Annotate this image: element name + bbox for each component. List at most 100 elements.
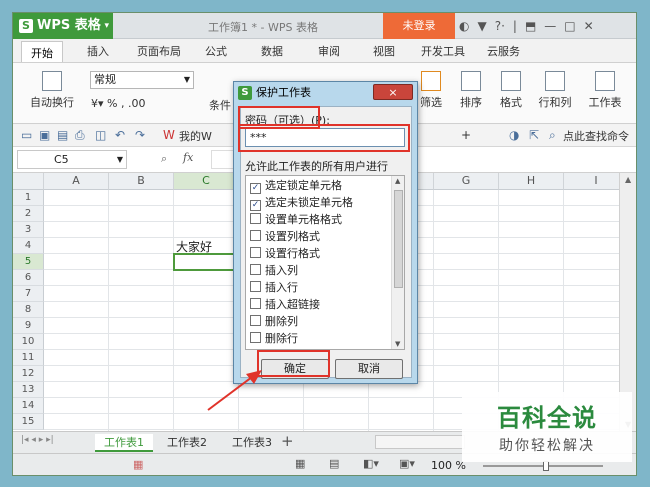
row-header[interactable]: 8	[13, 302, 44, 318]
row-header[interactable]: 7	[13, 286, 44, 302]
checkbox-unchecked[interactable]	[250, 281, 261, 292]
tab-insert[interactable]: 插入	[87, 43, 109, 59]
add-tab-icon[interactable]: +	[461, 128, 471, 142]
login-button[interactable]: 未登录	[383, 13, 455, 39]
permission-option[interactable]: 设置行格式	[250, 246, 320, 262]
tab-view[interactable]: 视图	[373, 43, 395, 59]
command-search[interactable]: 点此查找命令	[563, 128, 629, 144]
list-scroll-thumb[interactable]	[394, 190, 403, 288]
zoom-lens-icon[interactable]: ⌕	[161, 152, 167, 166]
row-header[interactable]: 6	[13, 270, 44, 286]
permission-option[interactable]: 设置单元格格式	[250, 212, 342, 228]
preview-icon[interactable]: ◫	[95, 128, 106, 142]
undo-icon[interactable]: ↶	[115, 128, 125, 142]
close-icon[interactable]: ✕	[584, 13, 594, 39]
permission-option[interactable]: 插入行	[250, 280, 298, 296]
print-icon[interactable]: ⎙	[75, 128, 85, 143]
row-header[interactable]: 15	[13, 414, 44, 430]
save-icon[interactable]: ▣	[39, 128, 50, 142]
add-sheet-icon[interactable]: +	[281, 432, 294, 450]
row-header[interactable]: 9	[13, 318, 44, 334]
redo-icon[interactable]: ↷	[135, 128, 145, 142]
column-header[interactable]: G	[434, 173, 499, 190]
new-icon[interactable]: ▭	[21, 128, 32, 142]
checkbox-unchecked[interactable]	[250, 264, 261, 275]
maximize-icon[interactable]: □	[564, 13, 575, 39]
permission-option[interactable]: 删除行	[250, 331, 298, 347]
permission-option[interactable]: 删除列	[250, 314, 298, 330]
list-scrollbar[interactable]: ▲ ▼	[391, 176, 404, 349]
sheet-tab-3[interactable]: 工作表3	[223, 434, 281, 452]
sync-icon[interactable]: ◑	[509, 128, 519, 142]
sheet-tab-2[interactable]: 工作表2	[158, 434, 216, 452]
checkbox-unchecked[interactable]	[250, 315, 261, 326]
page-layout-icon[interactable]: ▤	[329, 457, 339, 470]
minimize-icon[interactable]: —	[544, 13, 556, 39]
row-header[interactable]: 1	[13, 190, 44, 206]
permission-option[interactable]: 插入列	[250, 263, 298, 279]
cancel-button[interactable]: 取消	[335, 359, 403, 379]
row-header[interactable]: 5	[13, 254, 44, 270]
column-header[interactable]: B	[109, 173, 174, 190]
help-icon[interactable]: ?·	[495, 13, 505, 39]
column-header[interactable]: A	[44, 173, 109, 190]
zoom-level[interactable]: 100 %	[431, 459, 466, 472]
macro-icon[interactable]: ▦	[133, 458, 143, 471]
row-header[interactable]: 3	[13, 222, 44, 238]
sheet-tab-1[interactable]: 工作表1	[95, 434, 153, 452]
horizontal-scrollbar[interactable]	[375, 435, 465, 449]
tab-review[interactable]: 审阅	[318, 43, 340, 59]
row-header[interactable]: 4	[13, 238, 44, 254]
row-header[interactable]: 2	[13, 206, 44, 222]
page-break-icon[interactable]: ◧▾	[363, 457, 379, 470]
eye-protect-icon[interactable]: ▣▾	[399, 457, 415, 470]
checkbox-unchecked[interactable]	[250, 213, 261, 224]
conditional-format-button[interactable]: 条件	[205, 97, 235, 113]
tab-home[interactable]: 开始	[21, 41, 63, 62]
row-header[interactable]: 10	[13, 334, 44, 350]
row-header[interactable]: 14	[13, 398, 44, 414]
tab-data[interactable]: 数据	[261, 43, 283, 59]
fx-icon[interactable]: fx	[183, 151, 193, 164]
tab-formula[interactable]: 公式	[205, 43, 227, 59]
permission-option[interactable]: ✓ 选定未锁定单元格	[250, 195, 353, 211]
zoom-slider-knob[interactable]	[543, 461, 549, 471]
tab-cloud[interactable]: 云服务	[487, 43, 520, 59]
checkbox-unchecked[interactable]	[250, 332, 261, 343]
restore-layout-icon[interactable]: ⬒	[525, 13, 536, 39]
filter-button[interactable]: 筛选	[413, 71, 449, 110]
sheet-nav-icon[interactable]: |◂ ◂ ▸ ▸|	[21, 435, 54, 445]
export-pdf-icon[interactable]: ▤	[57, 128, 68, 142]
permissions-list[interactable]: ▲ ▼ ✓ 选定锁定单元格 ✓ 选定未锁定单元格 设置单元格格式 设置列格式 设置行格式 插入…	[245, 175, 405, 350]
normal-view-icon[interactable]: ▦	[295, 457, 305, 470]
tab-page-layout[interactable]: 页面布局	[137, 43, 181, 59]
zoom-slider[interactable]	[483, 461, 603, 471]
scroll-down-icon[interactable]: ▼	[395, 340, 400, 348]
row-header[interactable]: 11	[13, 350, 44, 366]
select-all-corner[interactable]	[13, 173, 44, 190]
column-header[interactable]: H	[499, 173, 564, 190]
permission-option[interactable]: 插入超链接	[250, 297, 320, 313]
scroll-up-icon[interactable]: ▲	[395, 177, 400, 185]
wrap-text-button[interactable]: 自动换行	[27, 71, 77, 110]
checkbox-unchecked[interactable]	[250, 230, 261, 241]
name-box[interactable]: C5 ▼	[17, 150, 127, 169]
search-icon[interactable]: ⌕	[549, 128, 556, 143]
shirt-icon[interactable]: ▼	[477, 13, 486, 39]
number-format-tools[interactable]: ¥▾ % , .00	[91, 97, 161, 110]
row-header[interactable]: 13	[13, 382, 44, 398]
permission-option[interactable]: 设置列格式	[250, 229, 320, 245]
dialog-close-button[interactable]: ×	[373, 84, 413, 100]
worksheet-button[interactable]: 工作表	[583, 71, 627, 110]
checkbox-unchecked[interactable]	[250, 298, 261, 309]
tab-developer[interactable]: 开发工具	[421, 43, 465, 59]
row-header[interactable]: 12	[13, 366, 44, 382]
checkbox-checked[interactable]: ✓	[250, 200, 261, 211]
app-menu-button[interactable]: S WPS 表格 ▾	[13, 13, 113, 39]
permission-option[interactable]: ✓ 选定锁定单元格	[250, 178, 342, 194]
my-wps-tab[interactable]: 我的W	[179, 128, 212, 144]
sort-button[interactable]: 排序	[453, 71, 489, 110]
format-button[interactable]: 格式	[493, 71, 529, 110]
checkbox-checked[interactable]: ✓	[250, 183, 261, 194]
row-col-button[interactable]: 行和列	[533, 71, 577, 110]
